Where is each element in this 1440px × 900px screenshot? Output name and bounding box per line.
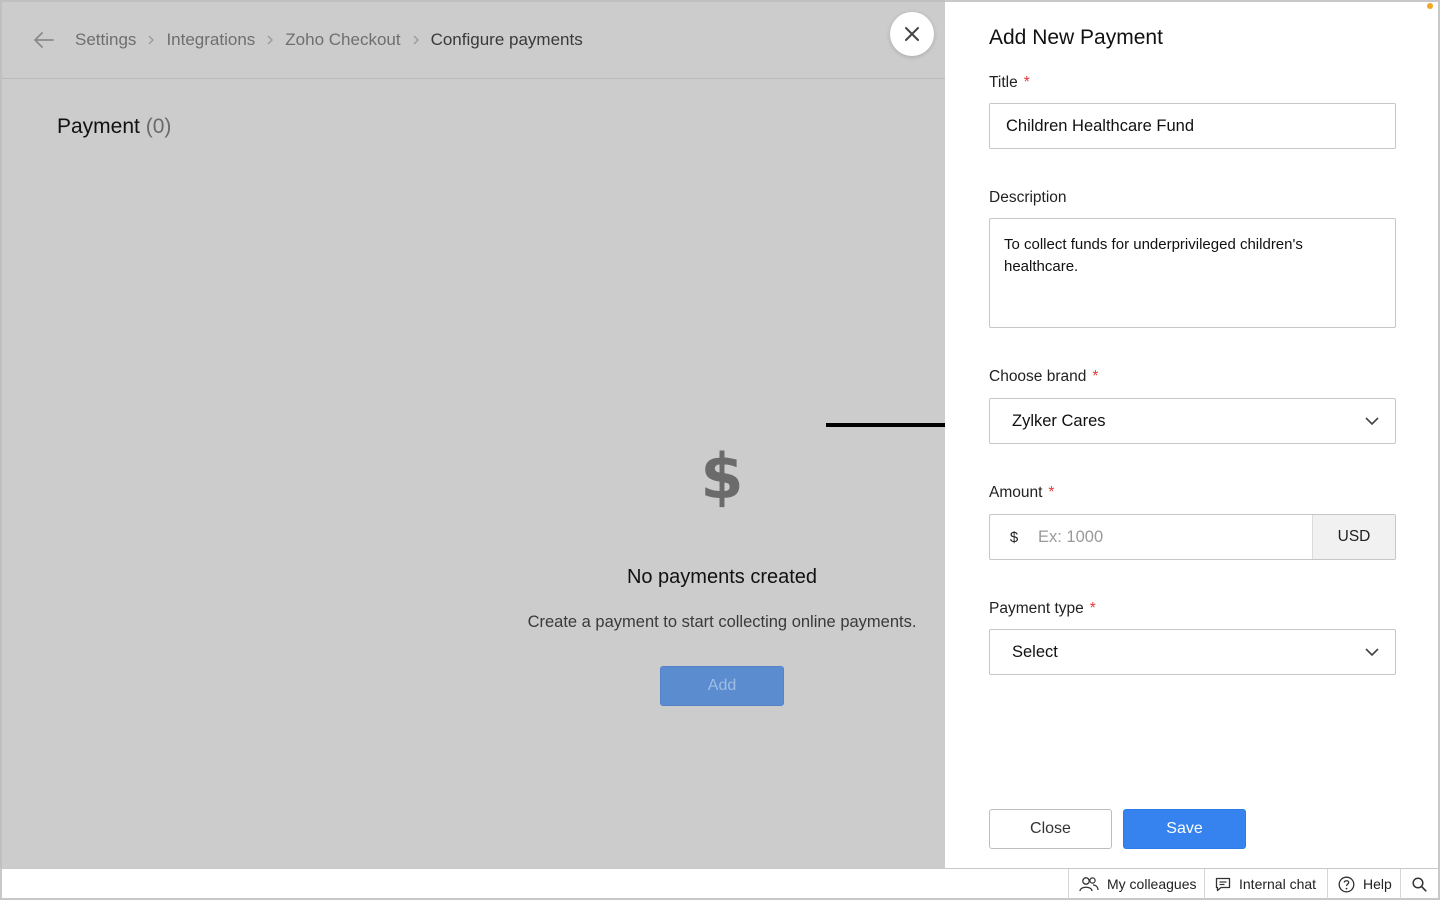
title-label-text: Title bbox=[989, 74, 1018, 91]
empty-state-description: Create a payment to start collecting onl… bbox=[527, 613, 917, 631]
required-mark: * bbox=[1092, 368, 1099, 385]
required-mark: * bbox=[1048, 484, 1055, 501]
brand-select[interactable]: Zylker Cares bbox=[989, 398, 1396, 444]
amount-label-text: Amount bbox=[989, 484, 1043, 501]
breadcrumb-configure-payments: Configure payments bbox=[430, 30, 583, 49]
description-textarea[interactable]: To collect funds for underprivileged chi… bbox=[989, 218, 1396, 328]
search-icon bbox=[1412, 876, 1427, 892]
close-icon bbox=[905, 27, 919, 41]
title-label: Title * bbox=[989, 74, 1030, 92]
description-label: Description bbox=[989, 189, 1067, 206]
page-title: Payment (0) bbox=[57, 115, 171, 139]
my-colleagues-label: My colleagues bbox=[1107, 876, 1197, 892]
bottom-bar: My colleagues Internal chat Help bbox=[0, 868, 1440, 900]
chat-icon bbox=[1215, 877, 1231, 891]
close-panel-button[interactable] bbox=[890, 12, 934, 56]
payment-type-label: Payment type * bbox=[989, 600, 1096, 618]
required-mark: * bbox=[1089, 600, 1096, 617]
required-mark: * bbox=[1023, 74, 1030, 91]
help-label: Help bbox=[1363, 876, 1392, 892]
chevron-down-icon bbox=[1365, 647, 1379, 656]
save-button[interactable]: Save bbox=[1123, 809, 1246, 849]
chevron-right-icon bbox=[412, 34, 420, 46]
search-button[interactable] bbox=[1400, 869, 1438, 899]
currency-symbol: $ bbox=[1009, 528, 1019, 546]
brand-label-text: Choose brand bbox=[989, 368, 1087, 385]
brand-label: Choose brand * bbox=[989, 368, 1098, 386]
back-arrow-icon[interactable] bbox=[32, 28, 56, 52]
dollar-icon: $ bbox=[700, 440, 744, 513]
empty-state: $ No payments created Create a payment t… bbox=[482, 442, 962, 706]
internal-chat-label: Internal chat bbox=[1239, 876, 1317, 892]
chevron-right-icon bbox=[266, 34, 274, 46]
payment-type-label-text: Payment type bbox=[989, 600, 1084, 617]
internal-chat-button[interactable]: Internal chat bbox=[1204, 869, 1326, 899]
currency-code: USD bbox=[1312, 515, 1395, 559]
amount-input[interactable]: Ex: 1000 bbox=[1038, 528, 1312, 547]
close-button[interactable]: Close bbox=[989, 809, 1112, 849]
my-colleagues-button[interactable]: My colleagues bbox=[1068, 869, 1207, 899]
brand-select-value: Zylker Cares bbox=[1012, 411, 1106, 430]
breadcrumb-zoho-checkout[interactable]: Zoho Checkout bbox=[285, 30, 400, 50]
chevron-down-icon bbox=[1365, 416, 1379, 425]
page-title-text: Payment bbox=[57, 115, 140, 138]
background-page: Settings Integrations Zoho Checkout Conf… bbox=[0, 0, 986, 868]
add-payment-button[interactable]: Add bbox=[660, 666, 784, 706]
breadcrumb-integrations[interactable]: Integrations bbox=[166, 30, 255, 50]
chevron-right-icon bbox=[147, 34, 155, 46]
payment-count: (0) bbox=[145, 115, 172, 138]
notification-dot bbox=[1427, 3, 1433, 9]
amount-label: Amount * bbox=[989, 484, 1054, 502]
payment-type-select[interactable]: Select bbox=[989, 629, 1396, 675]
add-payment-panel: Add New Payment Title * Children Healthca… bbox=[945, 0, 1440, 868]
top-bar: Settings Integrations Zoho Checkout Conf… bbox=[2, 2, 947, 79]
help-icon bbox=[1338, 876, 1355, 892]
amount-field: $ Ex: 1000 USD bbox=[989, 514, 1396, 560]
title-input[interactable]: Children Healthcare Fund bbox=[989, 103, 1396, 149]
people-icon bbox=[1079, 877, 1099, 892]
panel-title: Add New Payment bbox=[989, 26, 1163, 49]
breadcrumb-settings[interactable]: Settings bbox=[75, 30, 136, 50]
payment-type-select-value: Select bbox=[1012, 642, 1058, 661]
empty-state-title: No payments created bbox=[626, 566, 818, 588]
help-button[interactable]: Help bbox=[1327, 869, 1402, 899]
breadcrumb: Settings Integrations Zoho Checkout Conf… bbox=[75, 30, 583, 50]
